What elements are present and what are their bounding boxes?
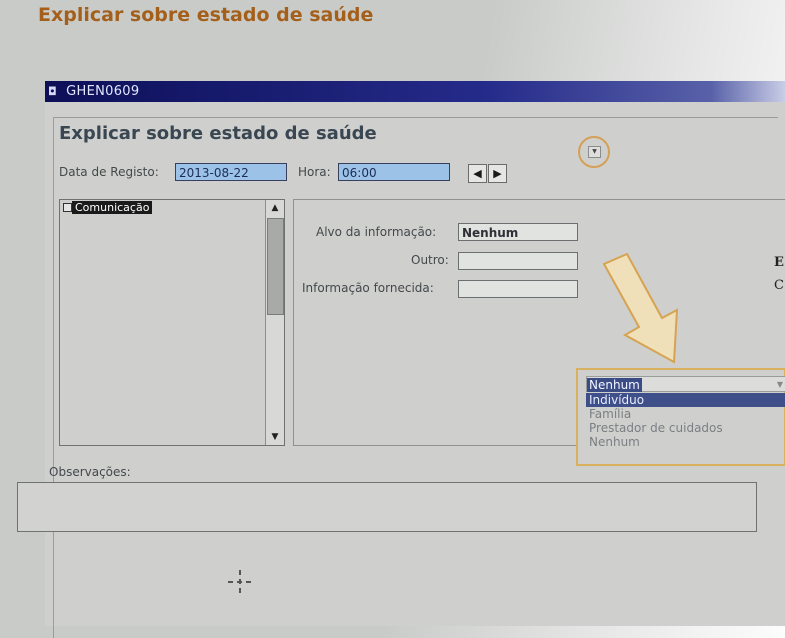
window-icon: ◘ xyxy=(48,85,57,98)
scroll-up-icon[interactable]: ▲ xyxy=(266,200,284,216)
time-field[interactable]: 06:00 xyxy=(338,163,450,181)
time-label: Hora: xyxy=(298,165,331,179)
scroll-down-icon[interactable]: ▼ xyxy=(266,429,284,445)
next-record-button[interactable]: ▶ xyxy=(488,164,507,183)
annotation-arrow-icon xyxy=(602,252,679,364)
tree-scrollbar[interactable]: ▲ ▼ xyxy=(265,200,284,445)
scrollbar-thumb[interactable] xyxy=(267,218,284,315)
target-select[interactable]: Nenhum xyxy=(458,223,578,241)
page-heading: Explicar sobre estado de saúde xyxy=(38,4,374,26)
tree-item[interactable]: Comunicação xyxy=(63,201,153,214)
dropdown-current-value: Nenhum xyxy=(587,378,642,392)
dropdown-arrow-icon[interactable]: ▼ xyxy=(588,146,601,158)
edge-text: E xyxy=(774,255,784,270)
dropdown-current[interactable]: Nenhum ▼ xyxy=(586,376,785,392)
tree-item-label: Comunicação xyxy=(72,201,153,214)
dropdown-option[interactable]: Nenhum xyxy=(586,435,785,449)
dropdown-list: Indivíduo Família Prestador de cuidados … xyxy=(586,393,785,449)
date-field[interactable]: 2013-08-22 xyxy=(175,163,287,181)
other-label: Outro: xyxy=(411,253,449,267)
record-nav: ◀ ▶ xyxy=(468,164,507,183)
dropdown-option[interactable]: Família xyxy=(586,407,785,421)
prev-record-button[interactable]: ◀ xyxy=(468,164,487,183)
dropdown-option[interactable]: Indivíduo xyxy=(586,393,785,407)
dropdown-caret-icon[interactable]: ▼ xyxy=(777,377,783,393)
target-label: Alvo da informação: xyxy=(316,225,437,239)
observations-label: Observações: xyxy=(49,465,131,479)
window-titlebar[interactable]: ◘ GHEN0609 xyxy=(45,81,785,102)
dropdown-popup: Nenhum ▼ Indivíduo Família Prestador de … xyxy=(576,368,785,466)
tree-expand-icon[interactable] xyxy=(63,203,72,212)
provided-info-field[interactable] xyxy=(458,280,578,298)
window-title: GHEN0609 xyxy=(66,84,140,99)
dropdown-option[interactable]: Prestador de cuidados xyxy=(586,421,785,435)
form-title: Explicar sobre estado de saúde xyxy=(59,123,377,144)
provided-info-label: Informação fornecida: xyxy=(302,281,434,295)
mouse-cursor-icon xyxy=(228,570,252,594)
other-field[interactable] xyxy=(458,252,578,270)
observations-field[interactable] xyxy=(17,482,757,532)
edge-text: C xyxy=(774,278,784,293)
tree-panel: Comunicação ▲ ▼ xyxy=(59,199,285,446)
date-label: Data de Registo: xyxy=(59,165,159,179)
